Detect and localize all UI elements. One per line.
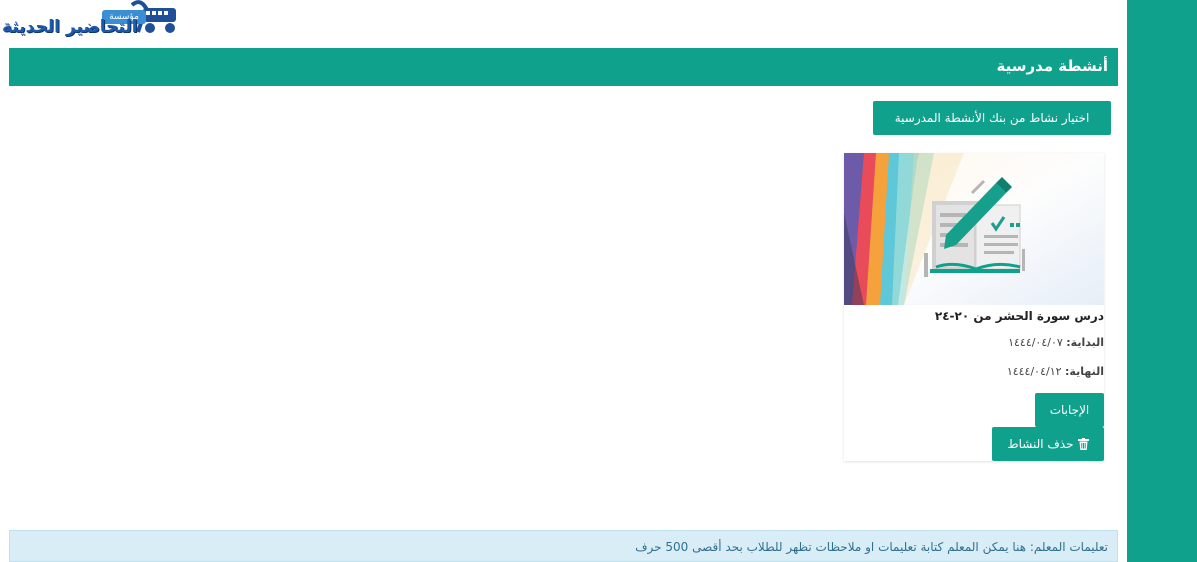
activity-end: النهاية: ١٤٤٤/٠٤/١٢ [1007, 365, 1104, 378]
choose-from-activity-bank-button[interactable]: اختيار نشاط من بنك الأنشطة المدرسية [873, 101, 1111, 135]
activity-title: درس سورة الحشر من ٢٠-٢٤ [934, 309, 1104, 323]
answers-button[interactable]: الإجابات [1035, 393, 1104, 427]
start-label: البداية: [1066, 336, 1104, 349]
right-sidebar-rail [1127, 0, 1197, 562]
activity-card: درس سورة الحشر من ٢٠-٢٤ البداية: ١٤٤٤/٠٤… [844, 153, 1104, 461]
end-label: النهاية: [1065, 365, 1104, 378]
trash-icon [1077, 438, 1089, 450]
start-date: ١٤٤٤/٠٤/٠٧ [1008, 336, 1063, 349]
page-header-bar: أنشطة مدرسية [9, 48, 1118, 86]
site-logo[interactable]: مؤسسة التحاضير الحديثة [0, 0, 182, 44]
delete-activity-label: حذف النشاط [1007, 437, 1074, 451]
teacher-instructions-text: تعليمات المعلم: هنا يمكن المعلم كتابة تع… [635, 540, 1108, 554]
activity-start: البداية: ١٤٤٤/٠٤/٠٧ [1008, 336, 1104, 349]
end-date: ١٤٤٤/٠٤/١٢ [1006, 365, 1062, 378]
activity-thumbnail [844, 153, 1104, 305]
delete-activity-button[interactable]: حذف النشاط [992, 427, 1104, 461]
teacher-instructions-box[interactable]: تعليمات المعلم: هنا يمكن المعلم كتابة تع… [9, 530, 1118, 562]
logo-text: التحاضير الحديثة [2, 17, 138, 37]
page-title: أنشطة مدرسية [996, 57, 1108, 75]
